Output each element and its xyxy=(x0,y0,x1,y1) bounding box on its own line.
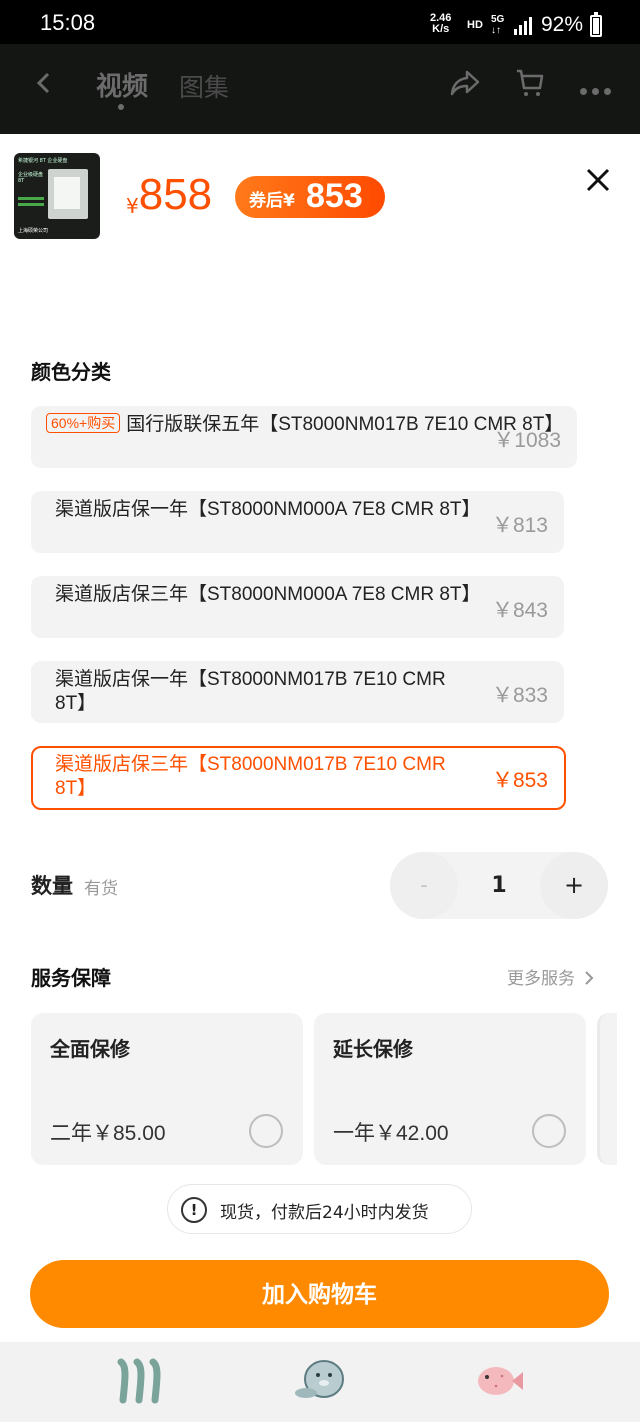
sku-option-selected[interactable]: 渠道版店保三年【ST8000NM017B 7E10 CMR 8T】 ￥853 xyxy=(31,746,566,810)
hd-indicator: HD xyxy=(467,19,483,31)
service-card[interactable]: 全面保修 二年￥85.00 xyxy=(31,1013,303,1165)
sku-option[interactable]: 渠道版店保一年【ST8000NM000A 7E8 CMR 8T】 ￥813 xyxy=(31,491,564,553)
bottom-bar xyxy=(0,1342,640,1422)
battery-icon xyxy=(590,12,602,37)
service-card-peek[interactable] xyxy=(597,1013,617,1165)
service-section-title: 服务保障 xyxy=(31,966,111,990)
tab-video[interactable]: 视频 xyxy=(96,66,148,103)
hard-drive-image xyxy=(48,169,88,219)
tab-gallery[interactable]: 图集 xyxy=(179,68,229,104)
color-section-title: 颜色分类 xyxy=(31,360,111,384)
quantity-stepper: - 1 + xyxy=(390,852,608,919)
shipping-notice: ! 现货，付款后24小时内发货 xyxy=(167,1184,472,1234)
share-icon[interactable] xyxy=(450,70,480,100)
decrease-button[interactable]: - xyxy=(390,852,458,919)
back-icon[interactable] xyxy=(34,68,52,106)
service-radio[interactable] xyxy=(532,1114,566,1148)
product-price: ¥858 xyxy=(126,170,213,219)
sku-option[interactable]: 渠道版店保三年【ST8000NM000A 7E8 CMR 8T】 ￥843 xyxy=(31,576,564,638)
top-nav: 视频 图集 xyxy=(0,44,640,134)
increase-button[interactable]: + xyxy=(540,852,608,919)
info-icon: ! xyxy=(181,1197,207,1223)
promo-badge: 60%+购买 xyxy=(46,413,121,433)
service-card[interactable]: 延长保修 一年￥42.00 xyxy=(314,1013,586,1165)
pufferfish-icon[interactable] xyxy=(474,1364,524,1402)
more-services-link[interactable]: 更多服务 xyxy=(507,964,594,989)
status-bar: 15:08 2.46 K/s HD 5G ↓↑ 92% xyxy=(0,0,640,44)
quantity-label: 数量 xyxy=(31,874,73,898)
signal-icon xyxy=(514,17,532,35)
quantity-value[interactable]: 1 xyxy=(458,852,540,919)
product-thumbnail[interactable]: 希捷银河 8T 企业硬盘 企业级硬盘8T 上海硕荣公司 xyxy=(14,153,100,239)
chevron-right-icon xyxy=(585,971,594,985)
status-time: 15:08 xyxy=(40,10,96,35)
coupon-price-badge: 券后¥ 853 xyxy=(235,176,385,218)
service-radio[interactable] xyxy=(249,1114,283,1148)
network-type: 5G ↓↑ xyxy=(491,14,505,36)
network-speed: 2.46 K/s xyxy=(430,12,452,35)
battery-percent: 92% xyxy=(541,13,584,36)
more-icon[interactable] xyxy=(580,80,616,99)
add-to-cart-button[interactable]: 加入购物车 xyxy=(30,1260,609,1328)
sku-option[interactable]: 60%+购买 国行版联保五年【ST8000NM017B 7E10 CMR 8T】 … xyxy=(31,406,577,468)
close-icon[interactable] xyxy=(585,167,611,197)
cart-icon[interactable] xyxy=(515,68,545,102)
seahorse-icon[interactable] xyxy=(113,1358,165,1408)
active-tab-indicator xyxy=(118,104,124,110)
sku-selector-sheet: 希捷银河 8T 企业硬盘 企业级硬盘8T 上海硕荣公司 ¥858 券后¥ 853… xyxy=(0,134,640,1342)
stock-status: 有货 xyxy=(84,879,118,899)
sku-option[interactable]: 渠道版店保一年【ST8000NM017B 7E10 CMR 8T】 ￥833 xyxy=(31,661,564,723)
seal-icon[interactable] xyxy=(294,1357,346,1407)
